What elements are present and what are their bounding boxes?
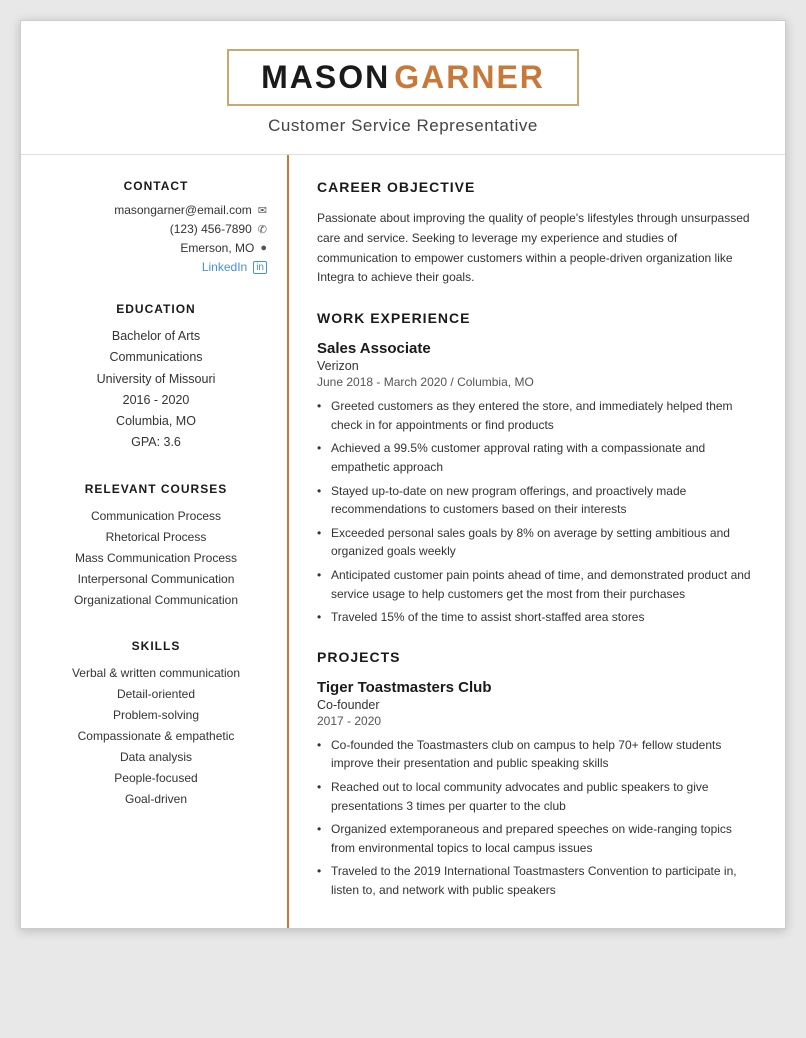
resume-document: MASON GARNER Customer Service Representa… bbox=[20, 20, 786, 929]
projects-container: Tiger Toastmasters Club Co-founder 2017 - … bbox=[317, 679, 757, 900]
major: Communications bbox=[45, 347, 267, 368]
contact-section: CONTACT masongarner@email.com ✉ (123) 45… bbox=[45, 179, 267, 274]
body-layout: CONTACT masongarner@email.com ✉ (123) 45… bbox=[21, 154, 785, 928]
jobs-container: Sales Associate Verizon June 2018 - March … bbox=[317, 340, 757, 627]
job-title: Customer Service Representative bbox=[61, 116, 745, 136]
skill-item: People-focused bbox=[45, 768, 267, 789]
career-objective-section: CAREER OBJECTIVE Passionate about improv… bbox=[317, 179, 757, 288]
bullet-item: Exceeded personal sales goals by 8% on a… bbox=[317, 524, 757, 561]
location-item: Emerson, MO ● bbox=[45, 241, 267, 255]
project-bullets: Co-founded the Toastmasters club on camp… bbox=[317, 736, 757, 900]
bullet-item: Greeted customers as they entered the st… bbox=[317, 397, 757, 434]
phone-icon: ✆ bbox=[258, 223, 267, 236]
skill-item: Detail-oriented bbox=[45, 684, 267, 705]
course-item: Rhetorical Process bbox=[45, 527, 267, 548]
work-experience-heading: WORK EXPERIENCE bbox=[317, 310, 757, 330]
job-title-text: Sales Associate bbox=[317, 340, 757, 357]
skill-item: Data analysis bbox=[45, 747, 267, 768]
skills-heading: SKILLS bbox=[45, 639, 267, 653]
project-item: Tiger Toastmasters Club Co-founder 2017 - … bbox=[317, 679, 757, 900]
email-icon: ✉ bbox=[258, 204, 267, 217]
phone-text: (123) 456-7890 bbox=[170, 222, 252, 236]
bullet-item: Reached out to local community advocates… bbox=[317, 778, 757, 815]
bullet-item: Anticipated customer pain points ahead o… bbox=[317, 566, 757, 603]
course-item: Organizational Communication bbox=[45, 590, 267, 611]
projects-section: PROJECTS Tiger Toastmasters Club Co-found… bbox=[317, 649, 757, 900]
email-text: masongarner@email.com bbox=[114, 203, 252, 217]
project-title-text: Tiger Toastmasters Club bbox=[317, 679, 757, 696]
linkedin-item[interactable]: LinkedIn in bbox=[45, 260, 267, 274]
job-item: Sales Associate Verizon June 2018 - March … bbox=[317, 340, 757, 627]
phone-item: (123) 456-7890 ✆ bbox=[45, 222, 267, 236]
course-item: Interpersonal Communication bbox=[45, 569, 267, 590]
job-bullets: Greeted customers as they entered the st… bbox=[317, 397, 757, 627]
edu-gpa: GPA: 3.6 bbox=[45, 432, 267, 453]
last-name: GARNER bbox=[394, 59, 545, 95]
skill-item: Goal-driven bbox=[45, 789, 267, 810]
main-content: CAREER OBJECTIVE Passionate about improv… bbox=[289, 155, 785, 928]
location-icon: ● bbox=[260, 242, 267, 254]
location-text: Emerson, MO bbox=[180, 241, 254, 255]
skill-item: Problem-solving bbox=[45, 705, 267, 726]
projects-heading: PROJECTS bbox=[317, 649, 757, 669]
company-name: Verizon bbox=[317, 359, 757, 373]
bullet-item: Traveled 15% of the time to assist short… bbox=[317, 608, 757, 627]
bullet-item: Traveled to the 2019 International Toast… bbox=[317, 862, 757, 899]
courses-list: Communication ProcessRhetorical ProcessM… bbox=[45, 506, 267, 611]
skills-section: SKILLS Verbal & written communicationDet… bbox=[45, 639, 267, 810]
education-heading: EDUCATION bbox=[45, 302, 267, 316]
education-block: Bachelor of Arts Communications Universi… bbox=[45, 326, 267, 454]
bullet-item: Stayed up-to-date on new program offerin… bbox=[317, 482, 757, 519]
edu-city: Columbia, MO bbox=[45, 411, 267, 432]
work-experience-section: WORK EXPERIENCE Sales Associate Verizon Ju… bbox=[317, 310, 757, 627]
job-meta: June 2018 - March 2020 / Columbia, MO bbox=[317, 375, 757, 389]
skill-item: Compassionate & empathetic bbox=[45, 726, 267, 747]
contact-heading: CONTACT bbox=[45, 179, 267, 193]
course-item: Mass Communication Process bbox=[45, 548, 267, 569]
linkedin-icon: in bbox=[253, 261, 267, 274]
sidebar: CONTACT masongarner@email.com ✉ (123) 45… bbox=[21, 155, 289, 928]
skill-item: Verbal & written communication bbox=[45, 663, 267, 684]
edu-years: 2016 - 2020 bbox=[45, 390, 267, 411]
career-objective-text: Passionate about improving the quality o… bbox=[317, 209, 757, 288]
bullet-item: Organized extemporaneous and prepared sp… bbox=[317, 820, 757, 857]
skills-list: Verbal & written communicationDetail-ori… bbox=[45, 663, 267, 810]
education-section: EDUCATION Bachelor of Arts Communication… bbox=[45, 302, 267, 454]
courses-section: RELEVANT COURSES Communication ProcessRh… bbox=[45, 482, 267, 611]
course-item: Communication Process bbox=[45, 506, 267, 527]
email-item: masongarner@email.com ✉ bbox=[45, 203, 267, 217]
linkedin-link[interactable]: LinkedIn bbox=[202, 260, 247, 274]
project-role: Co-founder bbox=[317, 698, 757, 712]
name-box: MASON GARNER bbox=[227, 49, 579, 106]
project-years: 2017 - 2020 bbox=[317, 714, 757, 728]
first-name: MASON bbox=[261, 59, 390, 95]
degree: Bachelor of Arts bbox=[45, 326, 267, 347]
resume-header: MASON GARNER Customer Service Representa… bbox=[21, 21, 785, 154]
courses-heading: RELEVANT COURSES bbox=[45, 482, 267, 496]
bullet-item: Achieved a 99.5% customer approval ratin… bbox=[317, 439, 757, 476]
university: University of Missouri bbox=[45, 369, 267, 390]
bullet-item: Co-founded the Toastmasters club on camp… bbox=[317, 736, 757, 773]
career-objective-heading: CAREER OBJECTIVE bbox=[317, 179, 757, 199]
